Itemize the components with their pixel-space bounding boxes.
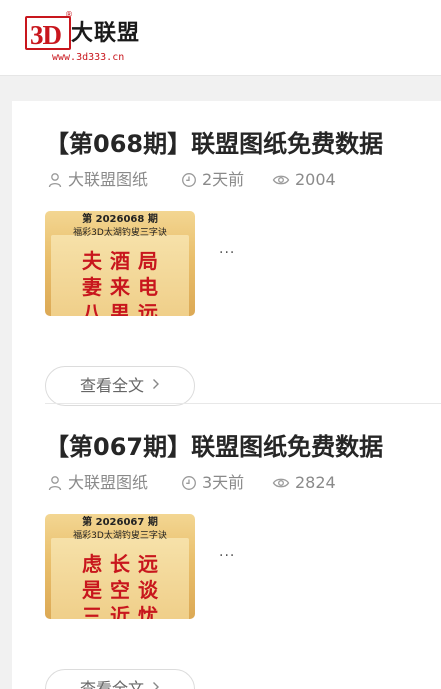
thumbnail-subtitle: 福彩3D太湖钓叟三字诀 bbox=[73, 228, 167, 238]
logo-mark: 3D bbox=[30, 20, 62, 50]
site-header: 3D ® 大联盟 www.3d333.cn bbox=[0, 0, 441, 76]
post-thumbnail[interactable]: 第 2026068 期 福彩3D太湖钓叟三字诀 夫酒局 妻来电 八男远 bbox=[45, 211, 195, 316]
logo-registered-mark: ® bbox=[65, 10, 73, 19]
read-more-button[interactable]: 查看全文 bbox=[45, 669, 195, 689]
post-thumbnail[interactable]: 第 2026067 期 福彩3D太湖钓叟三字诀 虑长远 是空谈 三近忧 bbox=[45, 514, 195, 619]
post-divider bbox=[45, 403, 441, 404]
post-views: 2004 bbox=[272, 170, 336, 190]
thumbnail-verse-line: 三近忧 bbox=[82, 604, 166, 619]
post-title[interactable]: 【第068期】联盟图纸免费数据 bbox=[45, 129, 441, 159]
post-author[interactable]: 大联盟图纸 bbox=[47, 473, 148, 493]
clock-icon bbox=[182, 173, 196, 187]
eye-icon bbox=[272, 478, 290, 488]
thumbnail-issue: 第 2026067 期 bbox=[82, 517, 158, 528]
read-more-label: 查看全文 bbox=[79, 679, 144, 689]
user-icon bbox=[48, 476, 62, 491]
post-excerpt: ... bbox=[219, 241, 236, 257]
post-author-label: 大联盟图纸 bbox=[68, 170, 149, 189]
thumbnail-verse-line: 虑长远 bbox=[82, 552, 166, 576]
post-time: 3天前 bbox=[181, 473, 244, 493]
site-logo[interactable]: 3D ® 大联盟 www.3d333.cn bbox=[25, 10, 170, 66]
thumbnail-verse-line: 妻来电 bbox=[82, 275, 166, 299]
post-author-label: 大联盟图纸 bbox=[68, 473, 149, 492]
user-icon bbox=[48, 173, 62, 188]
logo-url: www.3d333.cn bbox=[52, 52, 125, 63]
post-list: 【第068期】联盟图纸免费数据 大联盟图纸 2天前 2004 第 2026068… bbox=[12, 101, 441, 689]
read-more-label: 查看全文 bbox=[79, 376, 144, 395]
post-views-count: 2004 bbox=[295, 170, 336, 189]
thumbnail-verse-line: 八男远 bbox=[82, 301, 166, 316]
logo-mark-box: 3D bbox=[25, 16, 71, 50]
thumbnail-subtitle: 福彩3D太湖钓叟三字诀 bbox=[73, 531, 167, 541]
post-item: 【第067期】联盟图纸免费数据 大联盟图纸 3天前 2824 第 2026067… bbox=[45, 432, 441, 689]
thumbnail-verse-line: 夫酒局 bbox=[82, 249, 166, 273]
post-excerpt: ... bbox=[219, 544, 236, 560]
post-title[interactable]: 【第067期】联盟图纸免费数据 bbox=[45, 432, 441, 462]
chevron-right-icon bbox=[152, 679, 160, 689]
eye-icon bbox=[272, 175, 290, 185]
post-item: 【第068期】联盟图纸免费数据 大联盟图纸 2天前 2004 第 2026068… bbox=[45, 129, 441, 419]
post-views: 2824 bbox=[272, 473, 336, 493]
post-time: 2天前 bbox=[181, 170, 244, 190]
clock-icon bbox=[182, 476, 196, 490]
thumbnail-verse-line: 是空谈 bbox=[82, 578, 166, 602]
post-author[interactable]: 大联盟图纸 bbox=[47, 170, 148, 190]
read-more-button[interactable]: 查看全文 bbox=[45, 366, 195, 406]
post-time-label: 3天前 bbox=[202, 473, 245, 492]
chevron-right-icon bbox=[152, 376, 160, 396]
thumbnail-issue: 第 2026068 期 bbox=[82, 214, 158, 225]
logo-name: 大联盟 bbox=[71, 21, 141, 46]
post-time-label: 2天前 bbox=[202, 170, 245, 189]
post-views-count: 2824 bbox=[295, 473, 336, 492]
